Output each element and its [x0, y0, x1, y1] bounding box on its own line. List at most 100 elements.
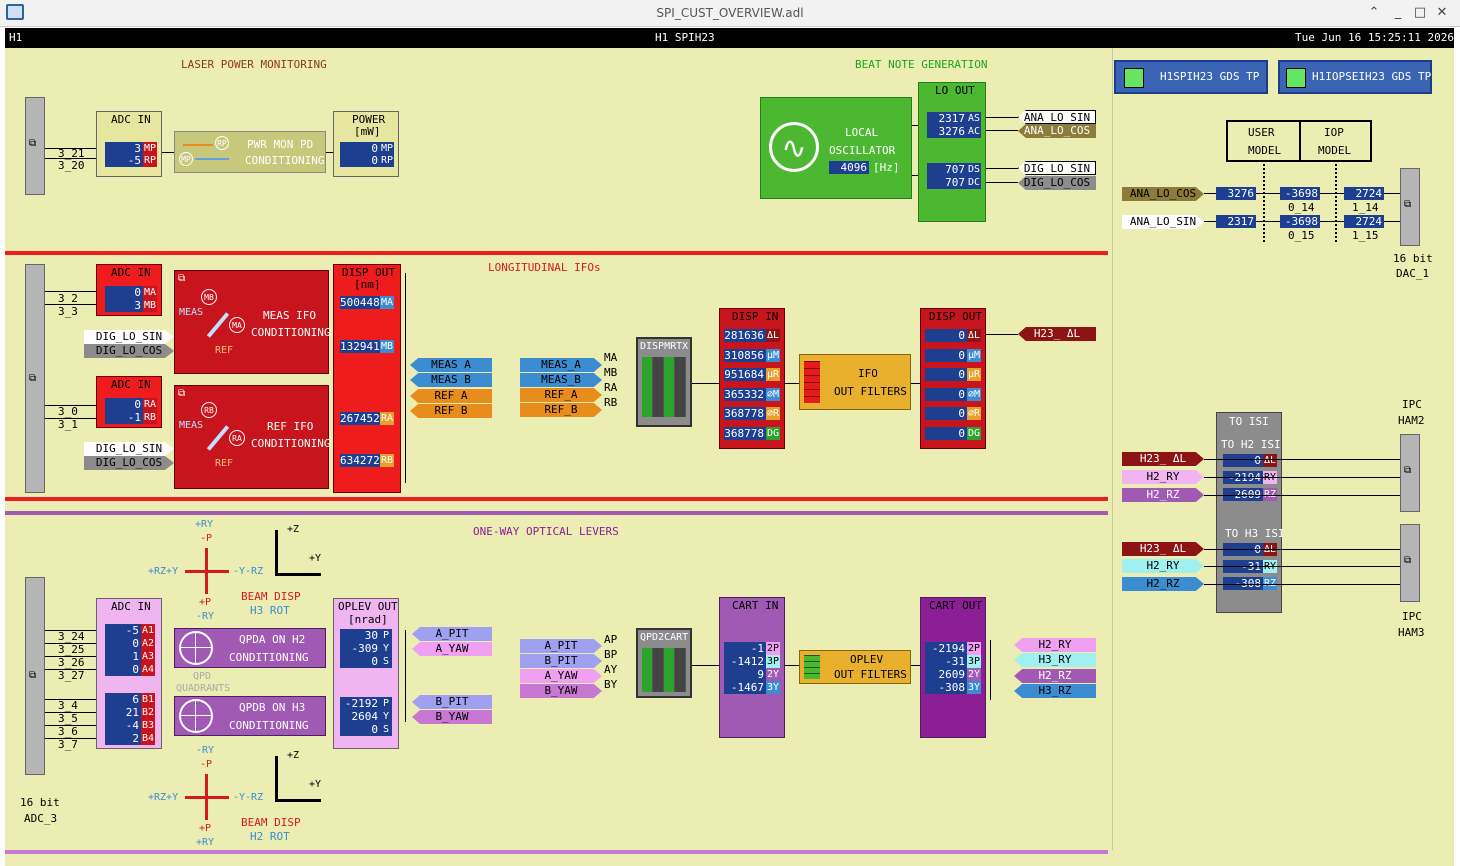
maximize-icon[interactable]: □ — [1412, 5, 1428, 21]
qpdb-block[interactable]: QPDB ON H3 CONDITIONING — [174, 696, 326, 736]
long-out-meas-a: MEAS A — [410, 358, 492, 372]
value: 0 — [105, 637, 141, 650]
dac-block[interactable]: ⧉ — [1400, 168, 1420, 246]
collapse-icon[interactable]: ⌃ — [1366, 5, 1382, 21]
tag: 2Y — [967, 668, 981, 681]
tag: RP — [143, 154, 157, 167]
tag: RB — [143, 411, 157, 424]
axis-y-label: +Y — [309, 779, 322, 790]
opt-out-b-yaw: B_YAW — [412, 710, 492, 724]
gds-spi-button[interactable]: H1SPIH23 GDS TP — [1114, 60, 1268, 94]
wire — [990, 640, 991, 700]
value: 281636 — [724, 329, 766, 342]
value: 500448 — [340, 296, 380, 309]
value: 634272 — [340, 454, 380, 467]
minimize-icon[interactable]: _ — [1390, 5, 1406, 21]
related-display-icon: ⧉ — [1404, 199, 1412, 210]
tag: MA — [143, 286, 157, 299]
meas-label: MEAS — [179, 307, 204, 318]
value: 0 — [925, 427, 967, 440]
ref-label: REF — [215, 345, 234, 356]
value: 0 — [340, 655, 380, 668]
gds-iop-button[interactable]: H1IOPSEIH23 GDS TP — [1278, 60, 1432, 94]
tag: 2Y — [766, 668, 780, 681]
adc-block-optical[interactable]: ⧉ — [25, 577, 45, 775]
model-in-sin: ANA_LO_SIN — [1122, 215, 1204, 229]
axis-y-icon — [275, 799, 321, 802]
lo-out-ana-sin: ANA_LO_SIN — [1018, 110, 1096, 124]
oplev-out-filters[interactable]: OPLEV OUT FILTERS — [799, 650, 911, 684]
cart-out-block: CART OUT -2194 2P -31 3P 2609 2Y -308 3Y — [920, 597, 986, 738]
power-unit: [mW] — [354, 125, 381, 138]
tag: ∅R — [967, 407, 981, 420]
axis-z-label: +Z — [287, 524, 300, 535]
ifo-out-filters[interactable]: IFO OUT FILTERS — [799, 354, 911, 410]
value: -308 — [925, 681, 967, 694]
compass-label: +RZ+Y — [148, 792, 179, 803]
tag: DC — [967, 176, 981, 189]
section-optical: ONE-WAY OPTICAL LEVERS — [473, 525, 619, 538]
ipc-ham2-block[interactable]: ⧉ — [1400, 434, 1420, 512]
compass-label: +P — [199, 597, 212, 608]
adc-title: ADC IN — [111, 600, 151, 613]
in-tag: BY — [604, 678, 618, 691]
adc-block-long[interactable]: ⧉ — [25, 264, 45, 493]
ra-circle: RA — [229, 430, 245, 446]
value: 368778 — [724, 407, 766, 420]
value: 2317 — [927, 112, 967, 125]
tag: MB — [143, 299, 157, 312]
tag: ∅M — [766, 388, 780, 401]
tag: ΔL — [967, 329, 981, 342]
compass-cross-icon — [205, 548, 208, 594]
value: 3 — [105, 299, 143, 312]
tag: P — [380, 697, 392, 710]
dispmrtx-block[interactable]: DISPMRTX — [636, 337, 692, 427]
local-oscillator-block[interactable]: ∿ LOCAL OSCILLATOR 4096 [Hz] — [760, 97, 912, 199]
matrix-grid — [642, 648, 686, 692]
long-in-meas-a: MEAS_A — [520, 358, 602, 372]
ref-ifo-block[interactable]: ⧉ RB RA MEAS REF REF IFO CONDITIONING — [174, 385, 330, 489]
section-beat: BEAT NOTE GENERATION — [855, 58, 988, 71]
opt-in-b-yaw: B_YAW — [520, 684, 602, 698]
adc-block-laser[interactable]: ⧉ — [25, 97, 45, 195]
orange-beam — [183, 144, 213, 146]
tag: AS — [967, 112, 981, 125]
meas-ifo-block[interactable]: ⧉ MB MA MEAS REF MEAS IFO CONDITIONING — [174, 270, 330, 374]
tag: MB — [380, 340, 394, 353]
user-label: USER — [1248, 126, 1275, 139]
value: 3276 — [1216, 187, 1256, 200]
axis-z-icon — [275, 530, 278, 576]
cart-out-h2-ry: H2_RY — [1014, 638, 1096, 652]
close-icon[interactable]: ✕ — [1434, 5, 1450, 21]
qpd2cart-label: QPD2CART — [640, 632, 689, 643]
tag: RA — [143, 398, 157, 411]
user-label: MODEL — [1248, 144, 1282, 157]
cartin-title: CART IN — [732, 599, 779, 612]
qpd2cart-block[interactable]: QPD2CART — [636, 628, 692, 698]
tag: ΔL — [766, 329, 780, 342]
in-tag: AP — [604, 633, 618, 646]
qpda-block[interactable]: QPDA ON H2 CONDITIONING — [174, 628, 326, 668]
adc-in-optical: ADC IN -5 A1 0 A2 1 A3 0 A4 6 B1 21 B2 -… — [96, 598, 162, 749]
value: 21 — [105, 706, 141, 719]
tag: B2 — [141, 706, 155, 719]
tag: S — [380, 655, 392, 668]
tag: B1 — [141, 693, 155, 706]
tag: DS — [967, 163, 981, 176]
tag: P — [380, 629, 392, 642]
dispout-title: DISP OUT — [929, 310, 982, 323]
h23-dl-out: H23_ ΔL — [1018, 327, 1096, 341]
isi-h3-in-ry: H2_RY — [1122, 559, 1204, 573]
dispin-title: DISP IN — [732, 310, 779, 323]
tag: 3Y — [766, 681, 780, 694]
wire — [1204, 584, 1400, 585]
tag: ∅M — [967, 388, 981, 401]
adc3-label: 16 bit — [20, 796, 60, 809]
pwr-mon-block[interactable]: RP MP PWR MON PD CONDITIONING — [174, 131, 326, 173]
ipc-ham3-block[interactable]: ⧉ — [1400, 524, 1420, 602]
value: 2724 — [1344, 215, 1384, 228]
value: 0 — [925, 368, 967, 381]
in-tag: BP — [604, 648, 618, 661]
compass-label: -P — [200, 533, 213, 544]
meas-label: MEAS — [179, 420, 204, 431]
